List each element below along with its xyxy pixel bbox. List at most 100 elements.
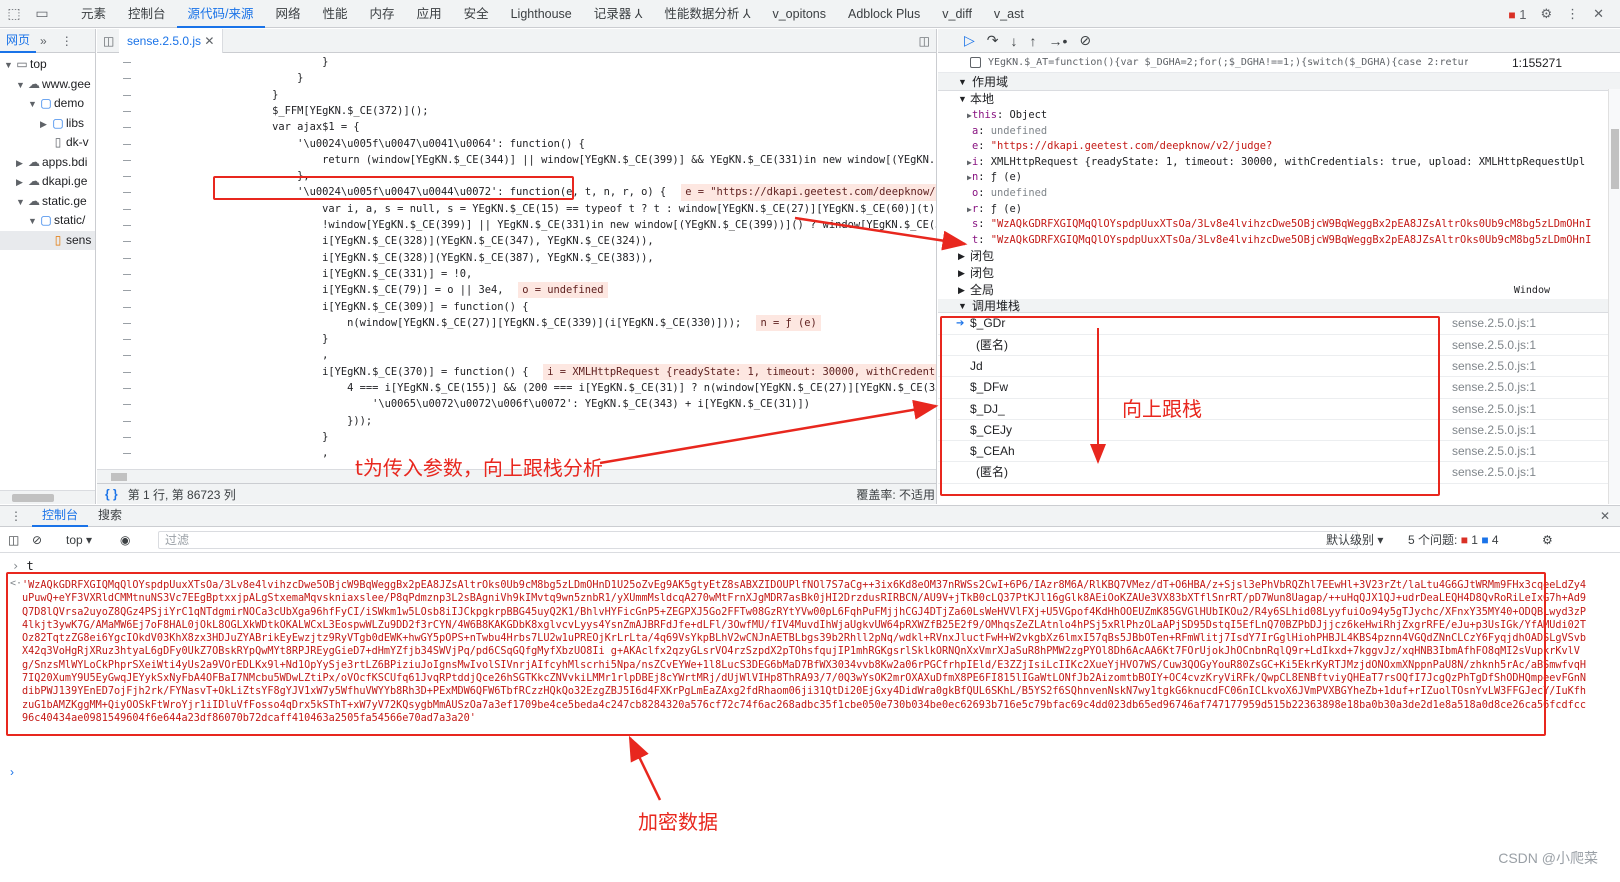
code-line[interactable]: i[YEgKN.$_CE(328)](YEgKN.$_CE(387), YEgK… [197, 250, 654, 266]
local-scope-header[interactable]: ▼ 本地 [938, 91, 1620, 108]
tree-node[interactable]: ▶ ☁ apps.bdi [0, 153, 95, 173]
panel-tab[interactable]: v_diff [931, 0, 983, 28]
call-frame[interactable]: $_DFw sense.2.5.0.js:1 [938, 377, 1620, 399]
callstack-section-header[interactable]: ▼ 调用堆栈 [938, 299, 1620, 314]
code-line[interactable]: } [197, 54, 328, 70]
tree-node[interactable]: ▼ ☁ www.gee [0, 75, 95, 95]
line-marker[interactable] [123, 78, 131, 80]
line-marker[interactable] [123, 94, 131, 96]
code-line[interactable]: , [197, 445, 328, 461]
console-result-string[interactable]: 'WzAQkGDRFXGIQMqQlOYspdpUuxXTsOa/3Lv8e4l… [22, 579, 1592, 725]
expand-triangle-icon[interactable]: ▼ [16, 76, 26, 96]
breakpoint-checkbox[interactable] [970, 57, 981, 68]
drawer-menu-icon[interactable]: ⋮ [0, 509, 32, 523]
panel-tab[interactable]: 应用 [406, 0, 453, 28]
code-line[interactable]: return (window[YEgKN.$_CE(344)] || windo… [197, 152, 936, 168]
line-marker[interactable] [123, 355, 131, 357]
tree-horizontal-scrollbar[interactable] [0, 490, 95, 504]
clear-console-icon[interactable]: ⊘ [32, 533, 42, 547]
call-frame[interactable]: $_CEJy sense.2.5.0.js:1 [938, 420, 1620, 442]
code-line[interactable]: } [197, 331, 328, 347]
scope-variable[interactable]: e: "https://dkapi.geetest.com/deepknow/v… [938, 139, 1620, 155]
call-frame-source-link[interactable]: sense.2.5.0.js:1 [1452, 441, 1536, 462]
console-filter-input[interactable]: 过滤 [158, 531, 1358, 549]
global-scope[interactable]: ▶ 全局 Window [938, 282, 1620, 299]
line-marker[interactable] [123, 290, 131, 292]
toggle-debugger-icon[interactable]: ◫ [919, 34, 930, 48]
call-frame-source-link[interactable]: sense.2.5.0.js:1 [1452, 356, 1536, 377]
expand-triangle-icon[interactable]: ▶ [16, 154, 26, 174]
line-marker[interactable] [123, 225, 131, 226]
line-gutter[interactable] [97, 54, 197, 469]
close-icon[interactable]: ✕ [1593, 6, 1604, 22]
scope-variable[interactable]: ▶ this: Object [938, 108, 1620, 124]
line-marker[interactable] [123, 273, 131, 275]
panel-tab[interactable]: v_ast [983, 0, 1035, 28]
step-icon[interactable]: →• [1049, 33, 1068, 49]
scope-variable[interactable]: s: "WzAQkGDRFXGIQMqQlOYspdpUuxXTsOa/3Lv8… [938, 217, 1620, 233]
resume-icon[interactable]: ▷ [964, 32, 975, 49]
line-marker[interactable] [123, 371, 131, 373]
expand-triangle-icon[interactable]: ▶ [967, 170, 972, 186]
tree-node[interactable]: ▯ sens [0, 230, 95, 250]
panel-tab[interactable]: Adblock Plus [837, 0, 931, 28]
scope-variable[interactable]: ▶ r: ƒ (e) [938, 202, 1620, 218]
expand-triangle-icon[interactable]: ▼ [4, 56, 14, 76]
gear-icon[interactable]: ⚙ [1540, 6, 1552, 22]
expand-triangle-icon[interactable]: ▼ [16, 193, 26, 213]
pretty-print-icon[interactable]: { } [97, 487, 128, 501]
step-into-icon[interactable]: ↓ [1011, 33, 1018, 49]
code-line[interactable]: '\u0024\u005f\u0047\u0044\u0072': functi… [197, 184, 666, 200]
line-marker[interactable] [123, 339, 131, 341]
sidebar-toggle-icon[interactable]: ◫ [8, 533, 19, 547]
log-level-selector[interactable]: 默认级别 ▾ [1326, 531, 1383, 548]
line-marker[interactable] [123, 143, 131, 145]
panel-tab[interactable]: Lighthouse [500, 0, 583, 28]
panel-tab[interactable]: 源代码/来源 [176, 0, 265, 28]
expand-triangle-icon[interactable]: ▼ [28, 212, 38, 232]
tree-node[interactable]: ▼ ☁ static.ge [0, 192, 95, 212]
tree-node[interactable]: ▼ ▢ static/ [0, 211, 95, 231]
code-line[interactable]: i[YEgKN.$_CE(331)] = !0, [197, 266, 472, 282]
tab-page[interactable]: 网页 [0, 29, 37, 53]
code-line[interactable]: })); [197, 413, 372, 429]
error-count-badge[interactable]: ■ 1 [1508, 7, 1526, 22]
live-expression-eye-icon[interactable]: ◉ [120, 533, 130, 547]
tab-search[interactable]: 搜索 [88, 505, 132, 527]
line-marker[interactable] [123, 208, 131, 210]
file-tab-sense-js[interactable]: sense.2.5.0.js ✕ [119, 29, 224, 53]
code-line[interactable]: } [197, 429, 328, 445]
code-line[interactable]: }, [197, 168, 310, 184]
code-content[interactable]: } } } $_FFM[YEgKN.$_CE(372)](); var ajax… [197, 54, 936, 469]
code-line[interactable]: , [197, 347, 328, 363]
expand-triangle-icon[interactable]: ▶ [967, 108, 972, 124]
line-marker[interactable] [123, 127, 131, 129]
line-marker[interactable] [123, 420, 131, 422]
code-line[interactable]: var i, a, s = null, s = YEgKN.$_CE(15) =… [197, 201, 936, 217]
panel-tab[interactable]: v_opitons [761, 0, 837, 28]
call-frame[interactable]: Jd sense.2.5.0.js:1 [938, 356, 1620, 378]
tree-node[interactable]: ▶ ▢ libs [0, 114, 95, 134]
code-line[interactable]: i[YEgKN.$_CE(309)] = function() { [197, 299, 528, 315]
code-line[interactable]: } [197, 70, 303, 86]
line-marker[interactable] [123, 436, 131, 438]
panel-tab[interactable]: 控制台 [117, 0, 177, 28]
more-tabs-button[interactable]: » [36, 34, 51, 48]
line-marker[interactable] [123, 110, 131, 112]
issues-counter[interactable]: 5 个问题: ■ 1 ■ 4 [1408, 531, 1499, 548]
call-frame[interactable]: ➔ $_GDr sense.2.5.0.js:1 [938, 313, 1620, 335]
panel-tab[interactable]: 内存 [359, 0, 406, 28]
scope-variable[interactable]: ▶ i: XMLHttpRequest {readyState: 1, timeo… [938, 155, 1620, 171]
call-frame[interactable]: $_CEAh sense.2.5.0.js:1 [938, 441, 1620, 463]
panel-tab[interactable]: 性能数据分析 ⅄ [653, 0, 761, 28]
breakpoint-item[interactable]: YEgKN.$_AT=function(){var $_DGHA=2;for(;… [938, 53, 1620, 73]
call-frame[interactable]: (匿名) sense.2.5.0.js:1 [938, 462, 1620, 484]
console-prompt[interactable]: › [10, 765, 14, 779]
more-options-icon[interactable]: ⋮ [1566, 6, 1579, 22]
line-marker[interactable] [123, 453, 131, 455]
line-marker[interactable] [123, 257, 131, 259]
more-options-icon[interactable]: ⋮ [57, 34, 77, 48]
call-frame-source-link[interactable]: sense.2.5.0.js:1 [1452, 335, 1536, 356]
deactivate-breakpoints-icon[interactable]: ⊘ [1079, 32, 1091, 49]
tree-node[interactable]: ▼ ▭ top [0, 55, 95, 75]
